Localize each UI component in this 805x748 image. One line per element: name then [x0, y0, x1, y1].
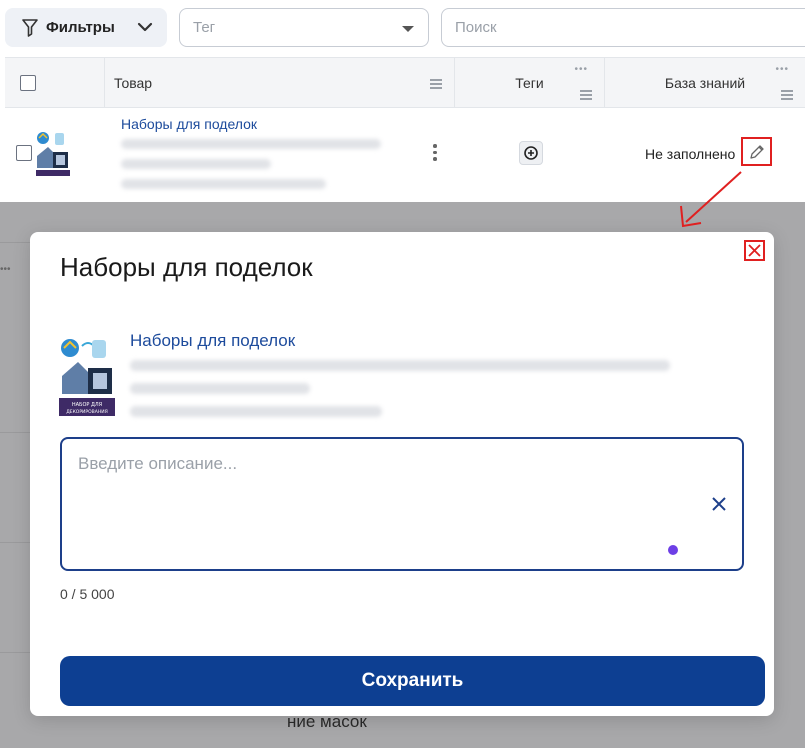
column-menu-icon[interactable] [430, 79, 442, 91]
product-thumbnail: НАБОР ДЛЯ ДЕКОРИРОВАНИЯ [59, 339, 115, 416]
edit-button[interactable] [741, 137, 772, 166]
caret-down-icon [402, 26, 414, 32]
description-placeholder: Введите описание... [78, 454, 238, 473]
column-menu-icon[interactable] [580, 90, 592, 102]
products-table: Товар Теги ••• База знаний ••• Наборы дл… [5, 57, 805, 202]
filters-label: Фильтры [46, 19, 115, 36]
table-row: Наборы для поделок Не заполнено [5, 108, 805, 203]
header-tags-label: Теги [515, 75, 544, 91]
row-checkbox[interactable] [16, 145, 32, 161]
filters-button[interactable]: Фильтры [5, 8, 167, 47]
close-button[interactable] [744, 240, 765, 261]
blurred-text [121, 159, 271, 169]
char-counter: 0 / 5 000 [60, 586, 115, 602]
product-thumbnail [36, 132, 70, 176]
product-link[interactable]: Наборы для поделок [121, 116, 257, 132]
product-link[interactable]: Наборы для поделок [130, 331, 295, 351]
knowledge-modal: Наборы для поделок НАБОР ДЛЯ ДЕКОРИРОВАН… [30, 232, 774, 716]
blurred-text [121, 139, 381, 149]
select-all-checkbox[interactable] [20, 75, 36, 91]
search-placeholder: Поиск [455, 19, 497, 36]
more-dots-icon[interactable]: ••• [574, 64, 588, 75]
save-button[interactable]: Сохранить [60, 656, 765, 706]
tag-select-placeholder: Тег [193, 19, 216, 36]
blurred-text [121, 179, 326, 189]
search-input[interactable]: Поиск [441, 8, 805, 47]
blurred-text [130, 406, 382, 417]
header-select-cell [5, 58, 105, 108]
toolbar: Фильтры Тег Поиск [0, 0, 805, 56]
chevron-down-icon [137, 22, 153, 32]
header-knowledge-base-label: База знаний [664, 75, 746, 91]
more-dots-icon[interactable]: ••• [775, 64, 789, 75]
header-product-label: Товар [114, 75, 153, 91]
status-dot [668, 545, 678, 555]
thumb-badge-line1: НАБОР ДЛЯ [72, 402, 102, 408]
header-knowledge-base[interactable]: База знаний ••• [605, 58, 805, 108]
description-textarea[interactable]: Введите описание... [60, 437, 744, 571]
pencil-icon [749, 144, 764, 159]
modal-title: Наборы для поделок [60, 252, 313, 282]
filter-icon [22, 18, 38, 37]
plus-circle-icon [524, 146, 538, 160]
add-tag-button[interactable] [519, 141, 543, 165]
knowledge-status: Не заполнено [645, 146, 736, 162]
more-dots-icon: ••• [0, 264, 11, 275]
header-tags[interactable]: Теги ••• [455, 58, 605, 108]
blurred-text [130, 383, 310, 394]
blurred-text [130, 360, 670, 371]
kebab-menu-icon[interactable] [433, 144, 437, 164]
clear-icon[interactable] [712, 497, 726, 511]
close-icon [748, 244, 761, 257]
table-header: Товар Теги ••• База знаний ••• [5, 58, 805, 108]
thumb-badge-line2: ДЕКОРИРОВАНИЯ [66, 409, 107, 415]
column-menu-icon[interactable] [781, 90, 793, 102]
header-product[interactable]: Товар [105, 58, 455, 108]
tag-select[interactable]: Тег [179, 8, 429, 47]
